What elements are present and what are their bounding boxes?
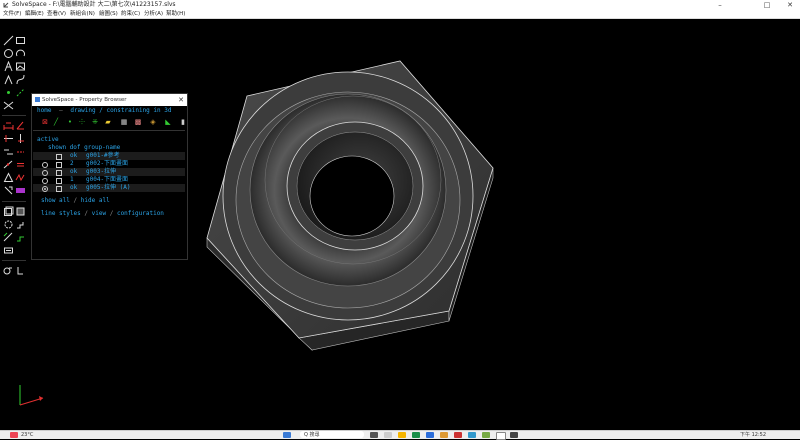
app-icon[interactable] (482, 432, 490, 438)
widgets-icon[interactable] (384, 432, 392, 438)
app-icon[interactable] (454, 432, 462, 438)
model-viewport[interactable] (0, 0, 800, 438)
solvespace-taskbar-icon[interactable] (496, 432, 506, 440)
edge-icon[interactable] (412, 432, 420, 438)
start-icon[interactable] (283, 432, 291, 438)
app-icon[interactable] (510, 432, 518, 438)
chrome-icon[interactable] (440, 432, 448, 438)
app-icon[interactable] (468, 432, 476, 438)
axis-indicator (19, 385, 44, 406)
file-explorer-icon[interactable] (398, 432, 406, 438)
task-view-icon[interactable] (370, 432, 378, 438)
store-icon[interactable] (426, 432, 434, 438)
weather-icon (10, 432, 18, 438)
through-hole (309, 155, 395, 237)
taskbar-search[interactable]: Q 搜尋 (300, 431, 364, 438)
